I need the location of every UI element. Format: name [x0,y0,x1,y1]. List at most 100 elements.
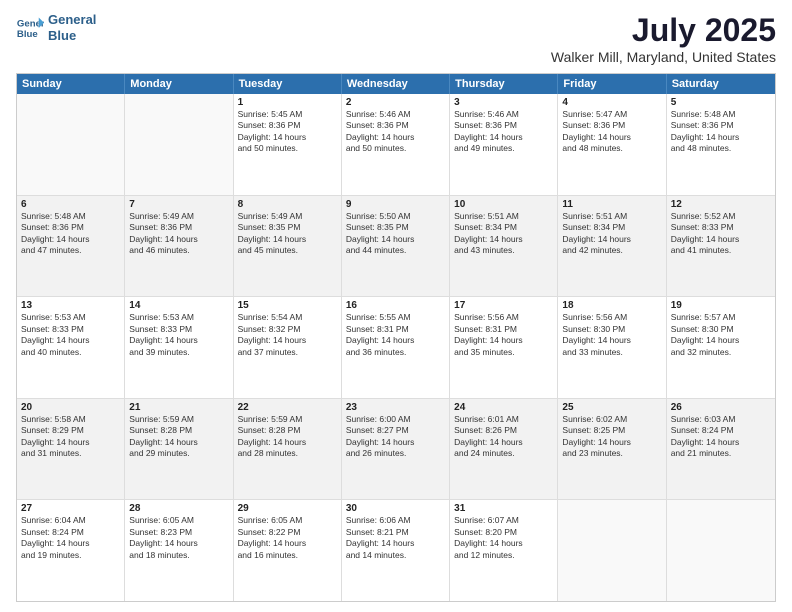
day-cell-6: 6Sunrise: 5:48 AMSunset: 8:36 PMDaylight… [17,196,125,297]
day-cell-20: 20Sunrise: 5:58 AMSunset: 8:29 PMDayligh… [17,399,125,500]
cell-text-line: Sunrise: 5:56 AM [454,312,553,323]
cell-text-line: and 29 minutes. [129,448,228,459]
cell-text-line: Daylight: 14 hours [454,437,553,448]
cell-text-line: and 28 minutes. [238,448,337,459]
weekday-header-sunday: Sunday [17,74,125,94]
calendar-row-3: 13Sunrise: 5:53 AMSunset: 8:33 PMDayligh… [17,296,775,398]
calendar-body: 1Sunrise: 5:45 AMSunset: 8:36 PMDaylight… [17,94,775,601]
cell-text-line: Sunset: 8:36 PM [671,120,771,131]
day-cell-3: 3Sunrise: 5:46 AMSunset: 8:36 PMDaylight… [450,94,558,195]
cell-text-line: Daylight: 14 hours [129,335,228,346]
day-number: 29 [238,503,337,514]
logo: General Blue GeneralBlue [16,12,96,43]
day-cell-21: 21Sunrise: 5:59 AMSunset: 8:28 PMDayligh… [125,399,233,500]
cell-text-line: and 26 minutes. [346,448,445,459]
day-cell-19: 19Sunrise: 5:57 AMSunset: 8:30 PMDayligh… [667,297,775,398]
logo-icon: General Blue [16,14,44,42]
day-cell-17: 17Sunrise: 5:56 AMSunset: 8:31 PMDayligh… [450,297,558,398]
cell-text-line: Sunset: 8:31 PM [454,324,553,335]
cell-text-line: Daylight: 14 hours [346,335,445,346]
cell-text-line: Daylight: 14 hours [238,335,337,346]
day-number: 8 [238,199,337,210]
cell-text-line: and 12 minutes. [454,550,553,561]
day-number: 2 [346,97,445,108]
cell-text-line: and 23 minutes. [562,448,661,459]
cell-text-line: Sunset: 8:30 PM [562,324,661,335]
day-cell-25: 25Sunrise: 6:02 AMSunset: 8:25 PMDayligh… [558,399,666,500]
cell-text-line: and 44 minutes. [346,245,445,256]
cell-text-line: Sunset: 8:21 PM [346,527,445,538]
cell-text-line: Daylight: 14 hours [454,335,553,346]
cell-text-line: Sunset: 8:32 PM [238,324,337,335]
cell-text-line: and 45 minutes. [238,245,337,256]
cell-text-line: Sunrise: 5:48 AM [21,211,120,222]
header: General Blue GeneralBlue July 2025 Walke… [16,12,776,65]
cell-text-line: Sunrise: 5:59 AM [129,414,228,425]
cell-text-line: Sunset: 8:33 PM [671,222,771,233]
cell-text-line: Sunrise: 6:05 AM [129,515,228,526]
svg-text:Blue: Blue [17,28,38,39]
day-cell-12: 12Sunrise: 5:52 AMSunset: 8:33 PMDayligh… [667,196,775,297]
cell-text-line: Daylight: 14 hours [346,437,445,448]
day-cell-23: 23Sunrise: 6:00 AMSunset: 8:27 PMDayligh… [342,399,450,500]
cell-text-line: Sunset: 8:24 PM [671,425,771,436]
cell-text-line: Daylight: 14 hours [562,437,661,448]
cell-text-line: and 42 minutes. [562,245,661,256]
day-number: 25 [562,402,661,413]
cell-text-line: Sunset: 8:36 PM [562,120,661,131]
day-number: 28 [129,503,228,514]
day-number: 1 [238,97,337,108]
cell-text-line: Sunset: 8:31 PM [346,324,445,335]
cell-text-line: Sunrise: 5:52 AM [671,211,771,222]
cell-text-line: Sunrise: 5:46 AM [346,109,445,120]
weekday-header-friday: Friday [558,74,666,94]
cell-text-line: and 40 minutes. [21,347,120,358]
cell-text-line: Sunset: 8:36 PM [238,120,337,131]
cell-text-line: Daylight: 14 hours [346,132,445,143]
cell-text-line: Sunset: 8:22 PM [238,527,337,538]
cell-text-line: Sunset: 8:35 PM [346,222,445,233]
cell-text-line: Sunset: 8:36 PM [454,120,553,131]
day-cell-1: 1Sunrise: 5:45 AMSunset: 8:36 PMDaylight… [234,94,342,195]
day-cell-13: 13Sunrise: 5:53 AMSunset: 8:33 PMDayligh… [17,297,125,398]
day-cell-29: 29Sunrise: 6:05 AMSunset: 8:22 PMDayligh… [234,500,342,601]
day-cell-4: 4Sunrise: 5:47 AMSunset: 8:36 PMDaylight… [558,94,666,195]
cell-text-line: and 46 minutes. [129,245,228,256]
page: General Blue GeneralBlue July 2025 Walke… [0,0,792,612]
cell-text-line: Sunset: 8:34 PM [562,222,661,233]
day-cell-26: 26Sunrise: 6:03 AMSunset: 8:24 PMDayligh… [667,399,775,500]
cell-text-line: Sunset: 8:28 PM [238,425,337,436]
cell-text-line: Sunset: 8:23 PM [129,527,228,538]
calendar: SundayMondayTuesdayWednesdayThursdayFrid… [16,73,776,602]
cell-text-line: Daylight: 14 hours [129,437,228,448]
cell-text-line: Daylight: 14 hours [129,234,228,245]
cell-text-line: Daylight: 14 hours [454,538,553,549]
day-number: 11 [562,199,661,210]
day-cell-27: 27Sunrise: 6:04 AMSunset: 8:24 PMDayligh… [17,500,125,601]
cell-text-line: Sunset: 8:36 PM [346,120,445,131]
day-number: 17 [454,300,553,311]
cell-text-line: Sunrise: 6:02 AM [562,414,661,425]
day-number: 7 [129,199,228,210]
cell-text-line: Sunset: 8:33 PM [129,324,228,335]
day-cell-7: 7Sunrise: 5:49 AMSunset: 8:36 PMDaylight… [125,196,233,297]
calendar-row-4: 20Sunrise: 5:58 AMSunset: 8:29 PMDayligh… [17,398,775,500]
cell-text-line: Daylight: 14 hours [671,437,771,448]
cell-text-line: and 37 minutes. [238,347,337,358]
day-cell-24: 24Sunrise: 6:01 AMSunset: 8:26 PMDayligh… [450,399,558,500]
cell-text-line: Daylight: 14 hours [238,132,337,143]
day-cell-9: 9Sunrise: 5:50 AMSunset: 8:35 PMDaylight… [342,196,450,297]
empty-cell-0-1 [125,94,233,195]
cell-text-line: and 39 minutes. [129,347,228,358]
day-number: 13 [21,300,120,311]
day-number: 5 [671,97,771,108]
empty-cell-0-0 [17,94,125,195]
cell-text-line: Sunset: 8:30 PM [671,324,771,335]
weekday-header-thursday: Thursday [450,74,558,94]
empty-cell-4-6 [667,500,775,601]
weekday-header-wednesday: Wednesday [342,74,450,94]
day-number: 18 [562,300,661,311]
cell-text-line: and 35 minutes. [454,347,553,358]
day-number: 20 [21,402,120,413]
cell-text-line: Daylight: 14 hours [671,335,771,346]
